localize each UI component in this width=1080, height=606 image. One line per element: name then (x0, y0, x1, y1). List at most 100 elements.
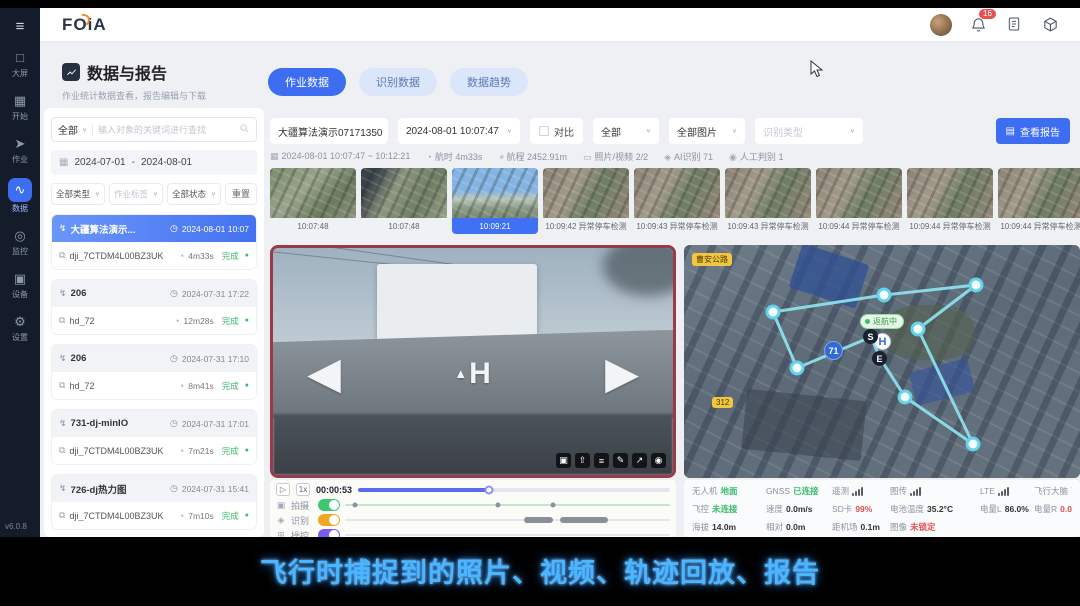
thumbnail-image (998, 168, 1080, 218)
sidebar-item-screen[interactable]: □ 大屏 (0, 49, 40, 79)
track-control-label: 操控 (291, 529, 313, 538)
settings-icon: ⚙ (14, 314, 26, 330)
device-name: hd_72 (69, 381, 174, 391)
task-flight-row[interactable]: ⧉ hd_72 ◔ 12m28s 完成 ● (52, 307, 256, 334)
pin-tool-icon[interactable]: ◉ (651, 453, 666, 468)
compare-checkbox[interactable]: 对比 (530, 118, 583, 144)
search-icon[interactable] (239, 121, 250, 139)
sidebar-item-monitor[interactable]: ◎ 监控 (0, 227, 40, 257)
task-flight-row[interactable]: ⧉ dji_7CTDM4L00BZ3UK ◔ 7m10s 完成 ● (52, 502, 256, 529)
chevron-down-icon: ∨ (646, 128, 651, 134)
tab-data-trend[interactable]: 数据趋势 (450, 68, 528, 96)
user-avatar[interactable] (930, 14, 952, 36)
slider-handle[interactable] (485, 485, 494, 494)
clock-icon: ◷ (170, 353, 178, 364)
flight-time-select[interactable]: 2024-08-01 10:07:47∨ (398, 118, 520, 144)
task-flight-row[interactable]: ⧉ dji_7CTDM4L00BZ3UK ◔ 7m21s 完成 ● (52, 437, 256, 464)
track-capture-label: 拍摄 (291, 499, 313, 512)
telemetry-value: 已连接 (793, 485, 819, 497)
device-tag-icon: ⧉ (59, 445, 65, 456)
thumbnail-image (816, 168, 902, 218)
tab-bar: 作业数据 识别数据 数据趋势 (268, 68, 528, 96)
flight-stats: ▦2024-08-01 10:07:47 ~ 10:12:21 ◔航时 4m33… (270, 150, 1070, 163)
capture-toggle[interactable] (318, 499, 340, 511)
image-filter-select[interactable]: 全部图片∨ (669, 118, 745, 144)
capture-timeline[interactable] (345, 504, 670, 506)
waypoint-count-marker[interactable]: 71 (824, 341, 843, 360)
search-input[interactable] (98, 125, 235, 135)
sidebar-item-start[interactable]: ▦ 开始 (0, 92, 40, 122)
type-filter-select[interactable]: 全部类型∨ (51, 183, 105, 205)
telemetry-value: 地面 (721, 485, 738, 497)
task-flight-row[interactable]: ⧉ hd_72 ◔ 8m41s 完成 ● (52, 372, 256, 399)
sidebar-item-job[interactable]: ➤ 作业 (0, 135, 40, 165)
flight-duration: 7m21s (188, 446, 214, 456)
timer-icon: ◔ (426, 152, 431, 162)
media-thumbnail[interactable]: 10:09:43 异常停车检测 (725, 168, 811, 236)
sidebar-item-settings[interactable]: ⚙ 设置 (0, 313, 40, 343)
job-icon: ➤ (15, 136, 26, 152)
signal-bars-icon (998, 487, 1009, 496)
notifications-button[interactable]: 16 (970, 16, 988, 34)
status-badge: 完成 (222, 250, 239, 262)
media-thumbnail[interactable]: 10:07:48 (270, 168, 356, 236)
seek-slider[interactable] (358, 488, 670, 492)
speed-button[interactable]: 1x (296, 483, 310, 496)
upload-tool-icon[interactable]: ⇧ (575, 453, 590, 468)
thumbnail-image (725, 168, 811, 218)
recognition-toggle[interactable] (318, 514, 340, 526)
topbar: FOiA 16 (40, 8, 1080, 42)
sidebar-item-data[interactable]: ∿ 数据 (0, 178, 40, 214)
flight-track-map[interactable]: 曹安公路 312 返航中 H S E 71 (684, 245, 1080, 478)
report-log-button[interactable] (1006, 16, 1024, 34)
end-point-marker[interactable]: E (872, 351, 887, 366)
device-tag-icon: ⧉ (59, 510, 65, 521)
list-tool-icon[interactable]: ≡ (594, 453, 609, 468)
sidebar: ≡ □ 大屏 ▦ 开始 ➤ 作业 ∿ 数据 ◎ 监控 ▣ 设备 ⚙ 设置 v6.… (0, 8, 40, 537)
task-header[interactable]: ↯ 206 ◷ 2024-07-31 17:10 (52, 345, 256, 372)
media-thumbnail[interactable]: 10:09:44 异常停车检测 (998, 168, 1080, 236)
telemetry-value: 99% (855, 504, 872, 514)
control-timeline[interactable] (345, 534, 670, 536)
view-report-button[interactable]: ▤查看报告 (996, 118, 1070, 144)
recognition-timeline[interactable] (345, 519, 670, 521)
menu-icon[interactable]: ≡ (0, 18, 40, 35)
telemetry-value: 86.0% (1005, 504, 1029, 514)
play-button[interactable]: ▷ (276, 483, 290, 496)
media-thumbnail[interactable]: 10:09:44 异常停车检测 (816, 168, 902, 236)
export-tool-icon[interactable]: ↗ (632, 453, 647, 468)
task-flight-row[interactable]: ⧉ dji_7CTDM4L00BZ3UK ◔ 4m33s 完成 ● (52, 242, 256, 269)
apps-button[interactable] (1042, 16, 1060, 34)
media-thumbnail[interactable]: 10:09:44 异常停车检测 (907, 168, 993, 236)
media-thumbnail[interactable]: 10:09:42 异常停车检测 (543, 168, 629, 236)
tab-recognition-data[interactable]: 识别数据 (359, 68, 437, 96)
date-range-picker[interactable]: ▦ 2024-07-01 - 2024-08-01 (51, 150, 257, 175)
control-toggle[interactable] (318, 529, 340, 537)
task-header[interactable]: ↯ 726-dj热力图 ◷ 2024-07-31 15:41 (52, 475, 256, 502)
thumbnail-image (634, 168, 720, 218)
recognition-type-select[interactable]: 识别类型∨ (755, 118, 863, 144)
media-thumbnail-selected[interactable]: 10:09:21 (452, 168, 538, 236)
edit-tool-icon[interactable]: ✎ (613, 453, 628, 468)
timer-icon: ◔ (174, 316, 179, 326)
media-thumbnail[interactable]: 10:09:43 异常停车检测 (634, 168, 720, 236)
playback-controls: ▷ 1x 00:00:53 ▣ 拍摄 ◈ 识别 ⊞ 操控 (270, 480, 676, 537)
sidebar-item-device[interactable]: ▣ 设备 (0, 270, 40, 300)
task-header[interactable]: ↯ 206 ◷ 2024-07-31 17:22 (52, 280, 256, 307)
media-thumbnail[interactable]: 10:07:48 (361, 168, 447, 236)
category-select[interactable]: 全部 (58, 122, 78, 137)
all-filter-select[interactable]: 全部∨ (593, 118, 659, 144)
sidebar-item-label: 作业 (0, 154, 40, 165)
telemetry-label: 图像 (890, 521, 907, 533)
tag-filter-select[interactable]: 作业标签∨ (109, 183, 163, 205)
task-header[interactable]: ↯ 731-dj-minIO ◷ 2024-07-31 17:01 (52, 410, 256, 437)
task-header[interactable]: ↯ 大疆算法演示... ◷ 2024-08-01 10:07 (52, 215, 256, 242)
task-name-input[interactable]: 大疆算法演示07171350 (270, 118, 388, 144)
status-filter-select[interactable]: 全部状态∨ (167, 183, 221, 205)
crop-tool-icon[interactable]: ▣ (556, 453, 571, 468)
tab-job-data[interactable]: 作业数据 (268, 68, 346, 96)
start-point-marker[interactable]: S (863, 329, 878, 344)
video-frame-dock-cabinet (377, 264, 537, 341)
video-player[interactable]: ◀ ▲H ▶ ▣ ⇧ ≡ ✎ ↗ ◉ (270, 245, 676, 478)
reset-button[interactable]: 重置 (225, 183, 257, 205)
